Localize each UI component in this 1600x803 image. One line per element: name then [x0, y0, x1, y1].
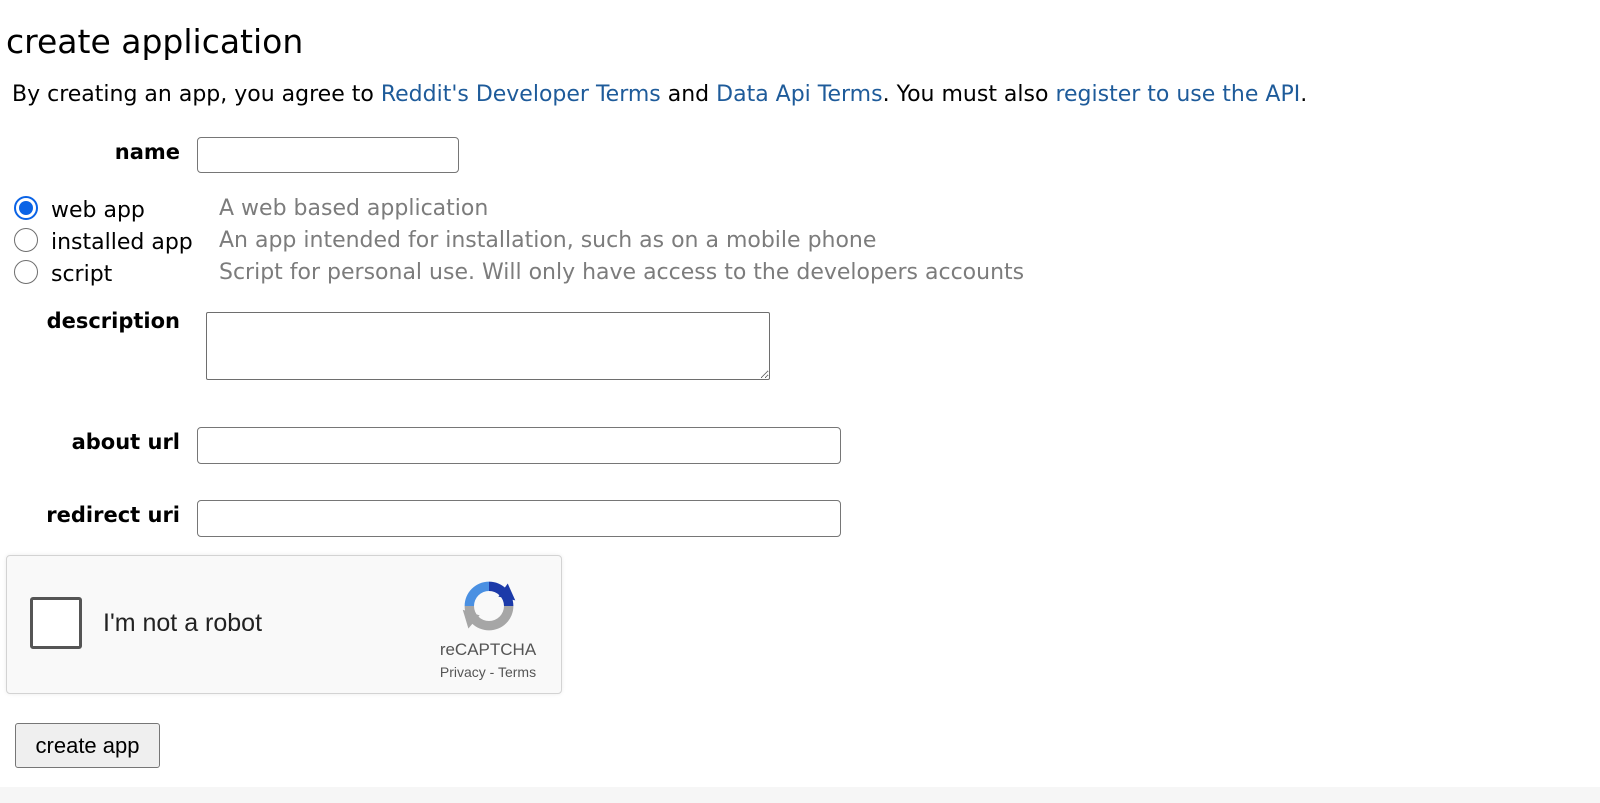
- recaptcha-links: Privacy - Terms: [417, 664, 559, 680]
- installed-app-radio[interactable]: [14, 228, 38, 252]
- recaptcha-link-separator: -: [485, 664, 498, 680]
- web-app-label: web app: [51, 198, 145, 223]
- about-url-label: about url: [71, 430, 180, 454]
- recaptcha-logo-icon: [462, 581, 516, 631]
- app-type-option-web-app[interactable]: web app: [14, 196, 1114, 226]
- script-radio[interactable]: [14, 260, 38, 284]
- description-label: description: [46, 309, 180, 333]
- recaptcha-checkbox[interactable]: [30, 597, 82, 649]
- recaptcha-label: I'm not a robot: [103, 609, 263, 637]
- developer-terms-link[interactable]: Reddit's Developer Terms: [381, 82, 661, 107]
- name-label: name: [114, 140, 180, 164]
- recaptcha-terms-link[interactable]: Terms: [498, 664, 536, 680]
- recaptcha-privacy-link[interactable]: Privacy: [440, 664, 486, 680]
- recaptcha-widget: I'm not a robot reCAPTCHA Privacy - Term…: [6, 555, 562, 694]
- data-api-terms-link[interactable]: Data Api Terms: [716, 82, 882, 107]
- terms-and-text: and: [660, 82, 717, 107]
- recaptcha-brand: reCAPTCHA: [439, 640, 537, 659]
- register-api-link[interactable]: register to use the API: [1055, 82, 1300, 107]
- page-footer-band: [0, 787, 1600, 803]
- redirect-uri-label: redirect uri: [46, 503, 180, 527]
- description-textarea[interactable]: [206, 312, 770, 380]
- page-title: create application: [6, 22, 304, 61]
- terms-prefix: By creating an app, you agree to: [12, 82, 381, 107]
- redirect-uri-input[interactable]: [197, 500, 841, 537]
- terms-notice: By creating an app, you agree to Reddit'…: [12, 80, 1307, 110]
- about-url-input[interactable]: [197, 427, 841, 464]
- script-label: script: [51, 262, 113, 287]
- installed-app-label: installed app: [51, 230, 193, 255]
- script-description: Script for personal use. Will only have …: [219, 260, 1025, 285]
- terms-suffix: .: [1300, 82, 1308, 107]
- create-application-page: create application By creating an app, y…: [0, 0, 1600, 803]
- name-input[interactable]: [197, 137, 459, 173]
- web-app-radio[interactable]: [14, 196, 38, 220]
- terms-middle-text: . You must also: [882, 82, 1056, 107]
- web-app-description: A web based application: [219, 196, 489, 221]
- create-app-button[interactable]: create app: [15, 723, 160, 768]
- installed-app-description: An app intended for installation, such a…: [219, 228, 877, 253]
